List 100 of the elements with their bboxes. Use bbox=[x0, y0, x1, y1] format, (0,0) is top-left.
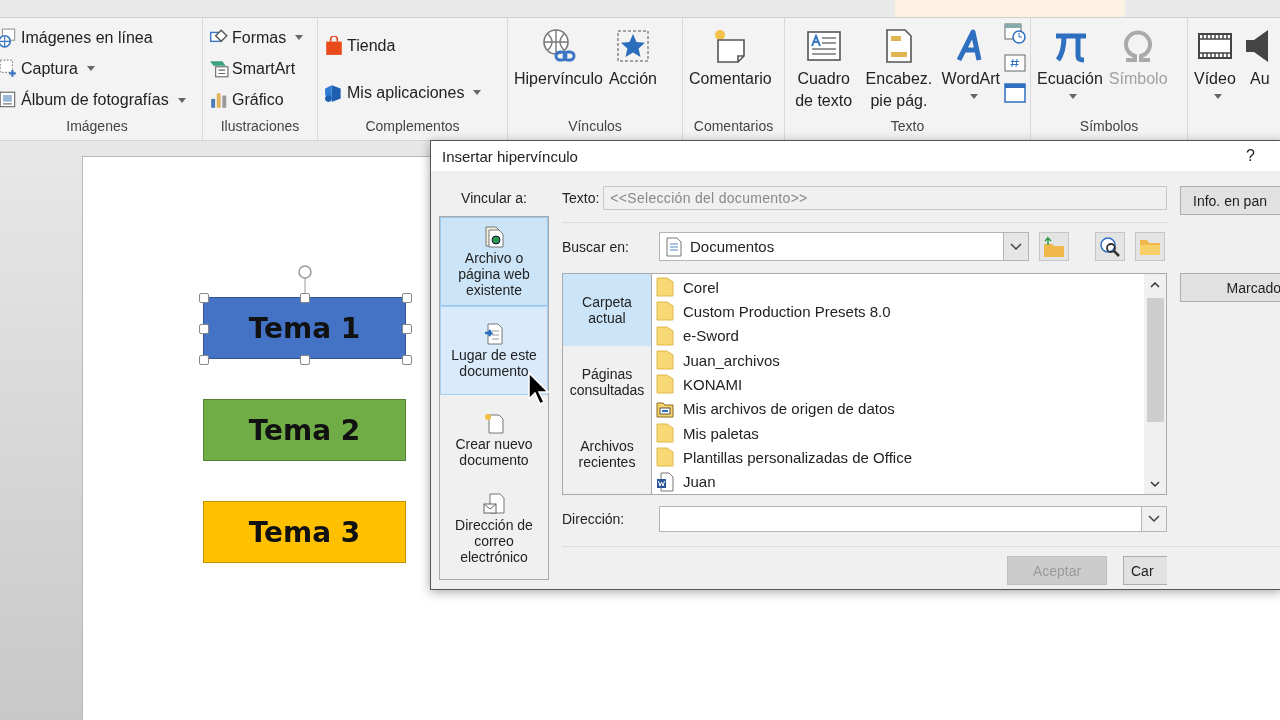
text-shape: Tema 3 bbox=[203, 501, 406, 563]
ribbon-button[interactable]: Acción bbox=[606, 22, 659, 118]
ribbon-button[interactable]: Cuadro de texto bbox=[789, 22, 859, 118]
email-document-icon bbox=[483, 492, 505, 515]
folder-icon bbox=[656, 350, 674, 371]
file-item[interactable]: Corel bbox=[656, 275, 1144, 300]
document-globe-icon bbox=[483, 225, 505, 248]
group-label: Comentarios bbox=[693, 118, 774, 134]
date-time-icon[interactable] bbox=[1004, 22, 1026, 44]
file-item[interactable]: Juan bbox=[656, 469, 1144, 494]
link-type-item[interactable]: Crear nuevo documento bbox=[440, 395, 548, 484]
group-label: Imágenes bbox=[66, 118, 128, 134]
ribbon-button[interactable]: Formas bbox=[207, 26, 306, 49]
ribbon-button[interactable]: Comentario bbox=[687, 22, 774, 118]
file-item[interactable]: Juan_archivos bbox=[656, 348, 1144, 373]
look-in-dropdown[interactable]: Documentos bbox=[659, 232, 1029, 261]
up-folder-icon bbox=[1043, 235, 1065, 258]
folder-icon bbox=[656, 447, 674, 468]
object-icon[interactable] bbox=[1004, 82, 1026, 104]
resize-handle[interactable] bbox=[402, 355, 412, 365]
file-item[interactable]: Plantillas personalizadas de Office bbox=[656, 445, 1144, 470]
ribbon-button[interactable]: Imágenes en línea bbox=[0, 26, 188, 49]
link-type-item[interactable]: Dirección de correo electrónico bbox=[440, 484, 548, 573]
resize-handle[interactable] bbox=[199, 324, 209, 334]
ribbon-button[interactable]: Tienda bbox=[322, 34, 484, 57]
file-item[interactable]: Mis paletas bbox=[656, 420, 1144, 446]
resize-handle[interactable] bbox=[199, 293, 209, 303]
ribbon-button[interactable]: Vídeo bbox=[1192, 22, 1238, 118]
ribbon-button[interactable]: Hipervínculo bbox=[512, 22, 605, 118]
nav-item[interactable]: Archivos recientes bbox=[563, 418, 651, 490]
group-label: Complementos bbox=[365, 118, 460, 134]
folder-icon bbox=[656, 325, 674, 346]
link-type-item[interactable]: Archivo o página web existente bbox=[440, 217, 548, 306]
ribbon-button[interactable]: Ecuación bbox=[1035, 22, 1105, 118]
file-item[interactable]: e-Sword bbox=[656, 323, 1144, 348]
nav-item[interactable]: Carpeta actual bbox=[563, 274, 651, 346]
caret-icon bbox=[473, 90, 482, 95]
folder-icon bbox=[656, 423, 674, 444]
look-in-value: Documentos bbox=[690, 238, 776, 255]
ribbon-button[interactable]: Encabez. pie pág. bbox=[860, 22, 938, 118]
diagram-icon bbox=[209, 59, 229, 79]
chevron-down-icon bbox=[1010, 242, 1022, 251]
shopping-bag-icon bbox=[324, 35, 344, 56]
link-type-item[interactable]: Lugar de este documento bbox=[440, 306, 548, 395]
ribbon-button[interactable]: Gráfico bbox=[207, 89, 306, 112]
caret-icon bbox=[969, 93, 978, 99]
look-in-label: Buscar en: bbox=[562, 238, 630, 255]
scrollbar[interactable] bbox=[1144, 274, 1166, 494]
resize-handle[interactable] bbox=[300, 293, 310, 303]
ribbon-button[interactable]: SmartArt bbox=[207, 58, 306, 80]
web-search-button[interactable] bbox=[1095, 232, 1125, 261]
ribbon-button[interactable]: Captura bbox=[0, 58, 188, 80]
cube-icon bbox=[324, 82, 344, 103]
cancel-button[interactable]: Car bbox=[1123, 556, 1167, 585]
link-to-label: Vincular a: bbox=[461, 190, 527, 206]
file-item[interactable]: KONAMI bbox=[656, 372, 1144, 397]
text-label: Texto: bbox=[562, 190, 600, 206]
caret-icon bbox=[177, 97, 186, 103]
up-folder-button[interactable] bbox=[1039, 232, 1069, 261]
caret-icon bbox=[86, 66, 95, 72]
info-button[interactable]: Info. en pan bbox=[1180, 186, 1280, 215]
resize-handle[interactable] bbox=[402, 324, 412, 334]
ribbon-button[interactable]: Mis aplicaciones bbox=[322, 81, 484, 104]
new-document-icon bbox=[483, 411, 505, 434]
web-search-icon bbox=[1099, 235, 1121, 258]
chevron-down-icon bbox=[1150, 480, 1160, 488]
dialog-title: Insertar hipervínculo bbox=[442, 147, 578, 165]
nav-item[interactable]: Páginas consultadas bbox=[563, 346, 651, 418]
folder-icon bbox=[656, 277, 674, 298]
resize-handle[interactable] bbox=[402, 293, 412, 303]
address-field[interactable] bbox=[659, 506, 1167, 532]
group-label: Símbolos bbox=[1079, 118, 1139, 134]
group-label: Ilustraciones bbox=[220, 118, 300, 134]
chevron-up-icon bbox=[1150, 280, 1160, 288]
caret-icon bbox=[1213, 93, 1222, 99]
document-icon bbox=[666, 236, 682, 257]
cursor-icon bbox=[528, 372, 550, 406]
folder-icon bbox=[656, 374, 674, 395]
caret-icon bbox=[1068, 93, 1077, 99]
file-item[interactable]: Custom Production Presets 8.0 bbox=[656, 299, 1144, 324]
slide-number-icon[interactable] bbox=[1004, 52, 1026, 74]
ribbon-button[interactable]: Au bbox=[1239, 22, 1280, 118]
file-item[interactable]: Mis archivos de origen de datos bbox=[656, 396, 1144, 421]
group-label: Vínculos bbox=[568, 118, 622, 134]
globe-link-icon bbox=[540, 28, 577, 64]
group-label: Texto bbox=[890, 118, 925, 134]
caret-icon bbox=[295, 35, 304, 41]
resize-handle[interactable] bbox=[199, 355, 209, 365]
rotate-handle-icon[interactable] bbox=[296, 264, 314, 294]
text-box-icon bbox=[805, 28, 842, 64]
bar-chart-icon bbox=[209, 90, 229, 111]
scrollbar-thumb[interactable] bbox=[1146, 298, 1164, 422]
text-shape: Tema 2 bbox=[203, 399, 406, 461]
folder-icon bbox=[656, 301, 674, 322]
help-button[interactable]: ? bbox=[1240, 146, 1261, 166]
address-label: Dirección: bbox=[562, 511, 626, 527]
resize-handle[interactable] bbox=[300, 355, 310, 365]
ribbon-button[interactable]: Álbum de fotografías bbox=[0, 89, 188, 112]
bookmark-button[interactable]: Marcado bbox=[1180, 273, 1280, 302]
ribbon-button[interactable]: WordArt bbox=[939, 22, 1002, 118]
